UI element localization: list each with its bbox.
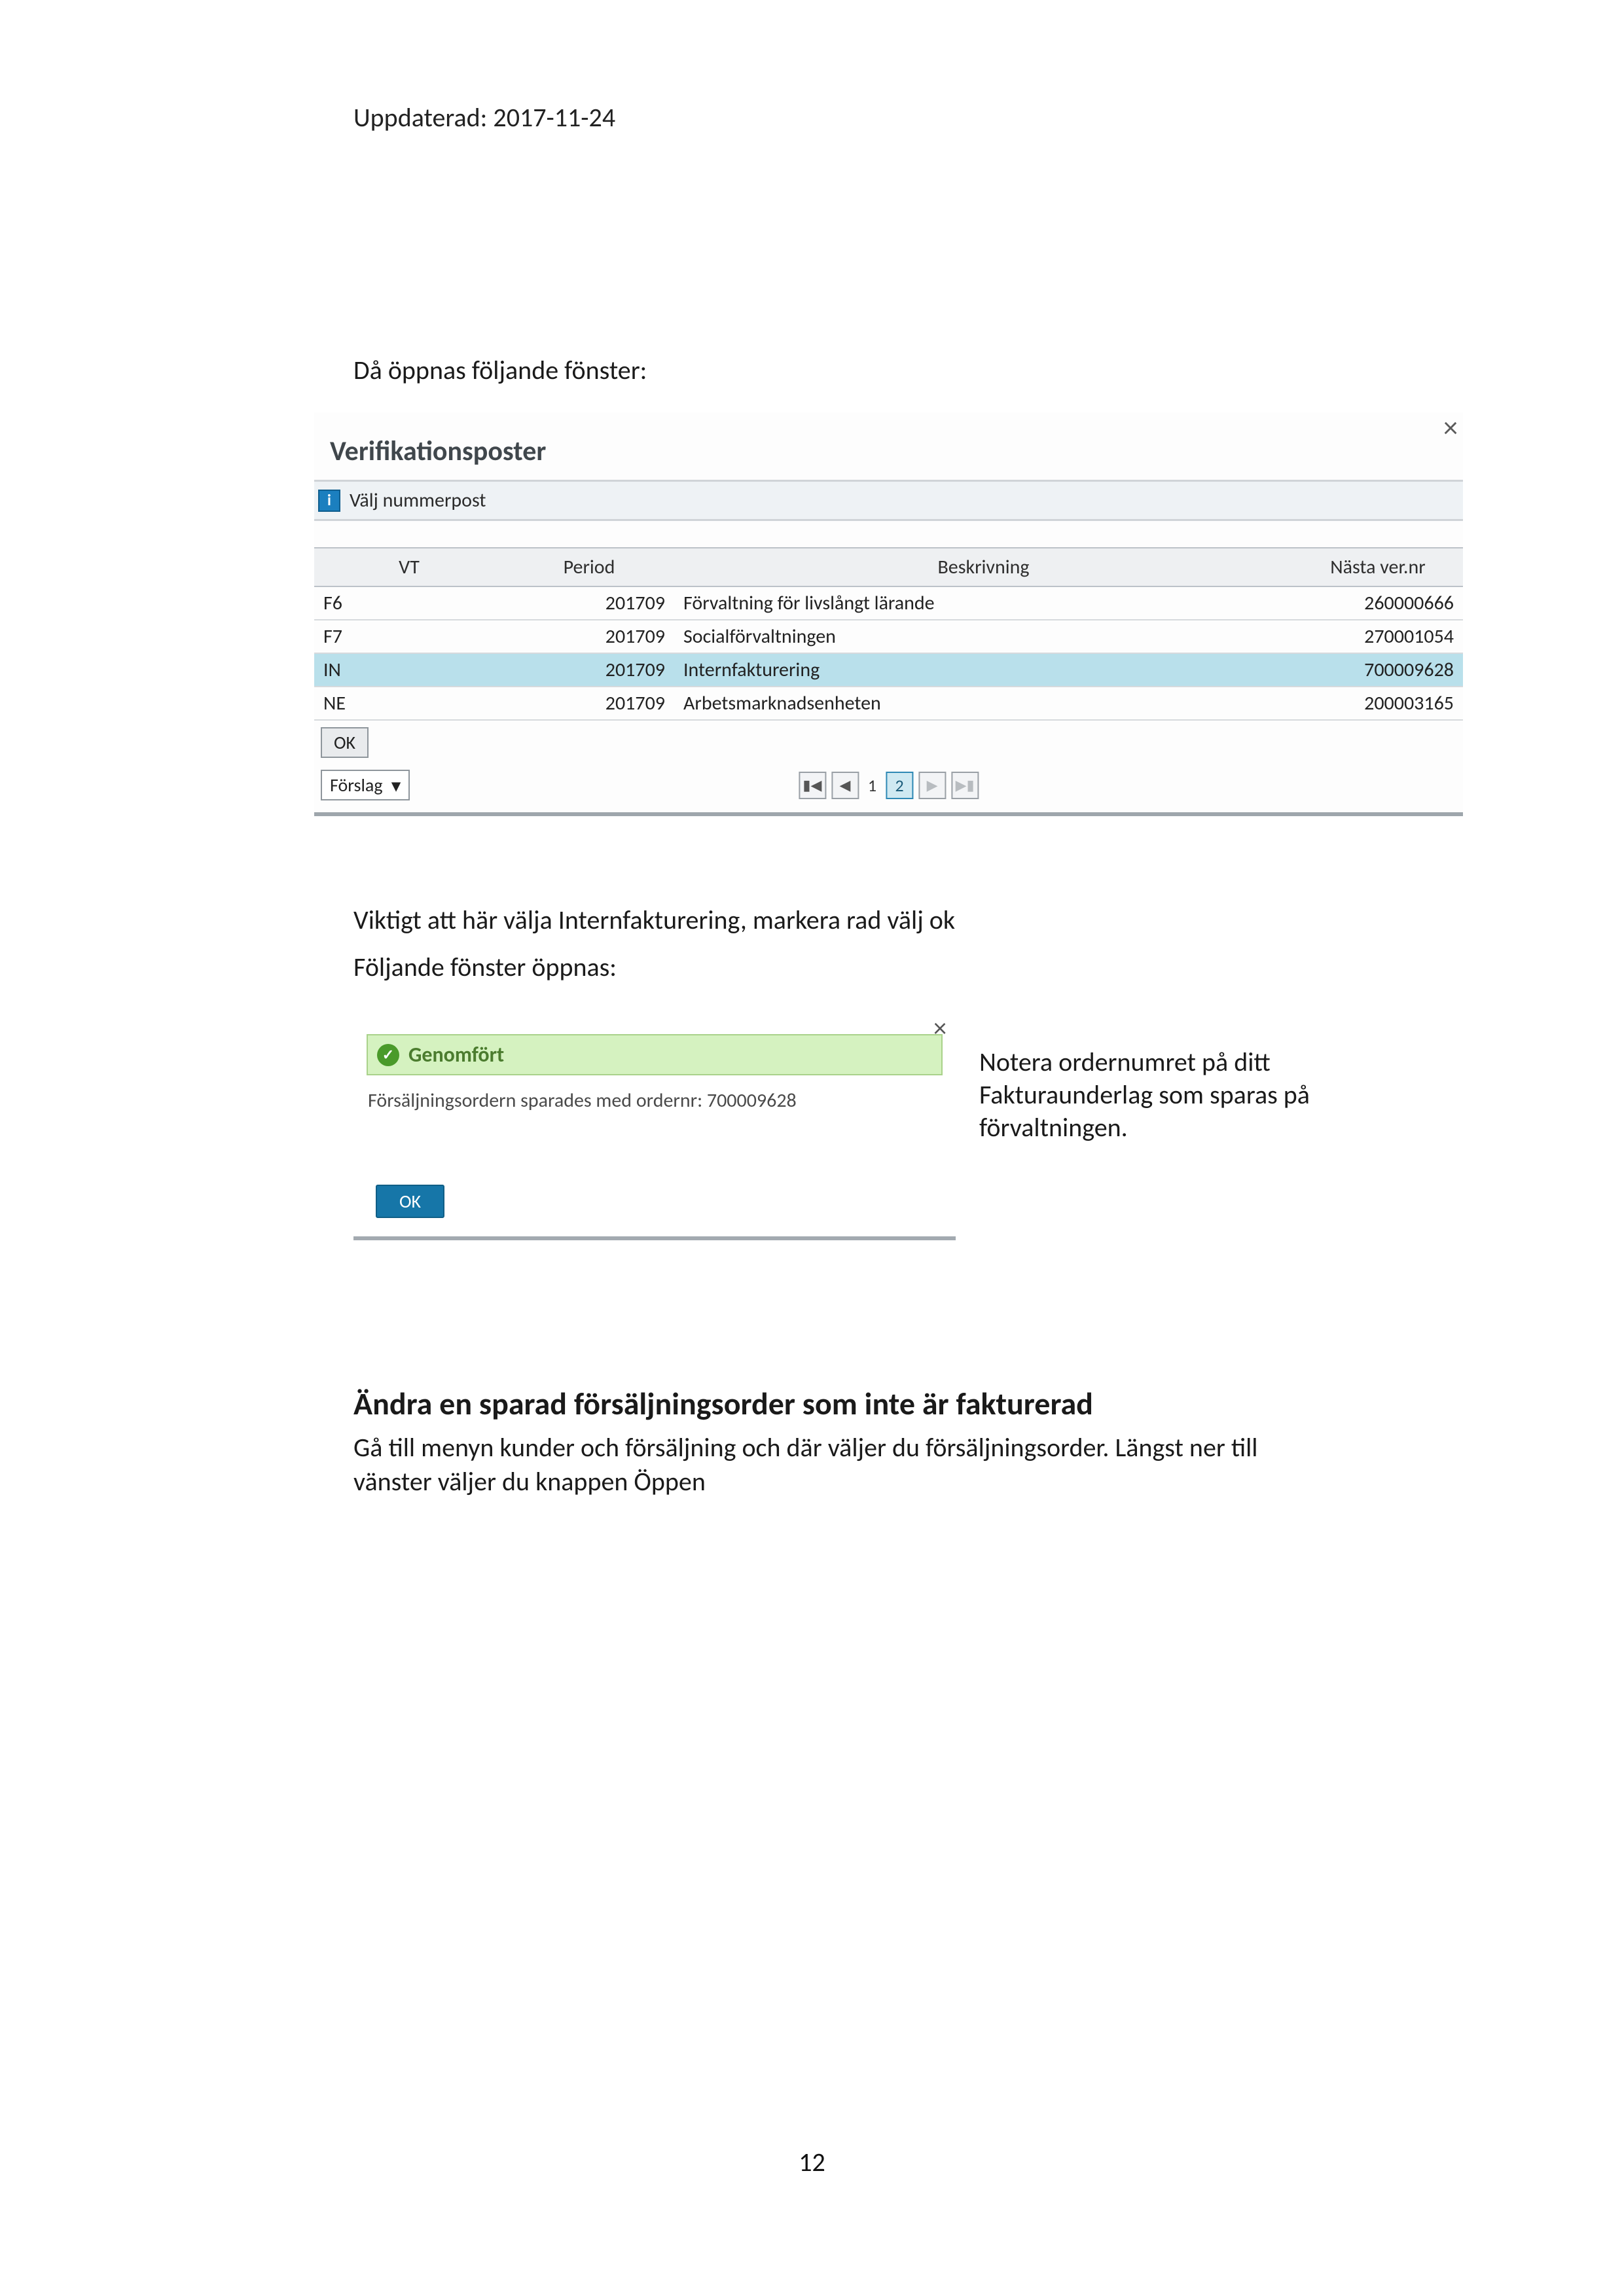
cell-vt: NE (314, 687, 504, 720)
pager-current-page[interactable]: 2 (886, 772, 913, 799)
info-icon: i (318, 490, 340, 512)
close-icon[interactable]: × (1443, 410, 1458, 445)
col-ver[interactable]: Nästa ver.nr (1293, 548, 1463, 586)
forslag-dropdown[interactable]: Förslag ▾ (321, 770, 410, 800)
verifikationsposter-dialog: × Verifikationsposter i Välj nummerpost … (314, 412, 1463, 816)
ok-button[interactable]: OK (376, 1185, 444, 1218)
updated-label: Uppdaterad: 2017-11-24 (353, 101, 615, 134)
cell-period: 201709 (504, 687, 674, 720)
cell-vt: IN (314, 653, 504, 687)
section2-heading: Ändra en sparad försäljningsorder som in… (353, 1384, 1310, 1423)
close-icon[interactable]: × (933, 1012, 947, 1044)
pager-next-icon[interactable]: ▶ (918, 772, 946, 799)
table-row[interactable]: IN201709Internfakturering700009628 (314, 653, 1463, 687)
verifikations-table: VT Period Beskrivning Nästa ver.nr F6201… (314, 547, 1463, 721)
forslag-dropdown-label: Förslag (330, 774, 383, 797)
note-text: Notera ordernumret på ditt Fakturaunderl… (979, 1008, 1372, 1240)
cell-vt: F7 (314, 620, 504, 653)
check-icon: ✓ (377, 1044, 399, 1066)
pager: ▮◀ ◀ 1 2 ▶ ▶▮ (799, 772, 979, 799)
col-vt[interactable]: VT (314, 548, 504, 586)
pager-first-icon[interactable]: ▮◀ (799, 772, 826, 799)
cell-ver: 270001054 (1293, 620, 1463, 653)
section2-paragraph-1: Gå till menyn kunder och försäljning och… (353, 1431, 1310, 1499)
page-number: 12 (0, 2146, 1624, 2178)
cell-vt: F6 (314, 586, 504, 620)
cell-desc: Internfakturering (674, 653, 1293, 687)
genomfort-title: Genomfört (408, 1042, 504, 1067)
table-row[interactable]: F6201709Förvaltning för livslångt lärand… (314, 586, 1463, 620)
mid-paragraph-2: Följande fönster öppnas: (353, 950, 1310, 984)
table-row[interactable]: NE201709Arbetsmarknadsenheten200003165 (314, 687, 1463, 720)
pager-page-1[interactable]: 1 (864, 775, 880, 796)
cell-period: 201709 (504, 620, 674, 653)
table-row[interactable]: F7201709Socialförvaltningen270001054 (314, 620, 1463, 653)
cell-ver: 700009628 (1293, 653, 1463, 687)
cell-period: 201709 (504, 653, 674, 687)
intro-paragraph-1: Då öppnas följande fönster: (353, 353, 1310, 387)
chevron-down-icon: ▾ (392, 775, 401, 796)
ok-button[interactable]: OK (321, 727, 369, 758)
genomfort-dialog: × ✓ Genomfört Försäljningsordern sparade… (353, 1008, 956, 1240)
genomfort-message: Försäljningsordern sparades med ordernr:… (368, 1088, 941, 1113)
mid-paragraph-1: Viktigt att här välja Internfakturering,… (353, 903, 1310, 937)
pager-last-icon[interactable]: ▶▮ (951, 772, 979, 799)
dialog1-infobar: i Välj nummerpost (314, 482, 1463, 521)
dialog1-title: Verifikationsposter (314, 412, 1463, 482)
cell-desc: Socialförvaltningen (674, 620, 1293, 653)
genomfort-bar: ✓ Genomfört (367, 1034, 943, 1075)
cell-ver: 200003165 (1293, 687, 1463, 720)
pager-prev-icon[interactable]: ◀ (831, 772, 859, 799)
dialog1-info-text: Välj nummerpost (350, 488, 486, 512)
col-desc[interactable]: Beskrivning (674, 548, 1293, 586)
col-period[interactable]: Period (504, 548, 674, 586)
cell-desc: Arbetsmarknadsenheten (674, 687, 1293, 720)
cell-desc: Förvaltning för livslångt lärande (674, 586, 1293, 620)
cell-period: 201709 (504, 586, 674, 620)
cell-ver: 260000666 (1293, 586, 1463, 620)
